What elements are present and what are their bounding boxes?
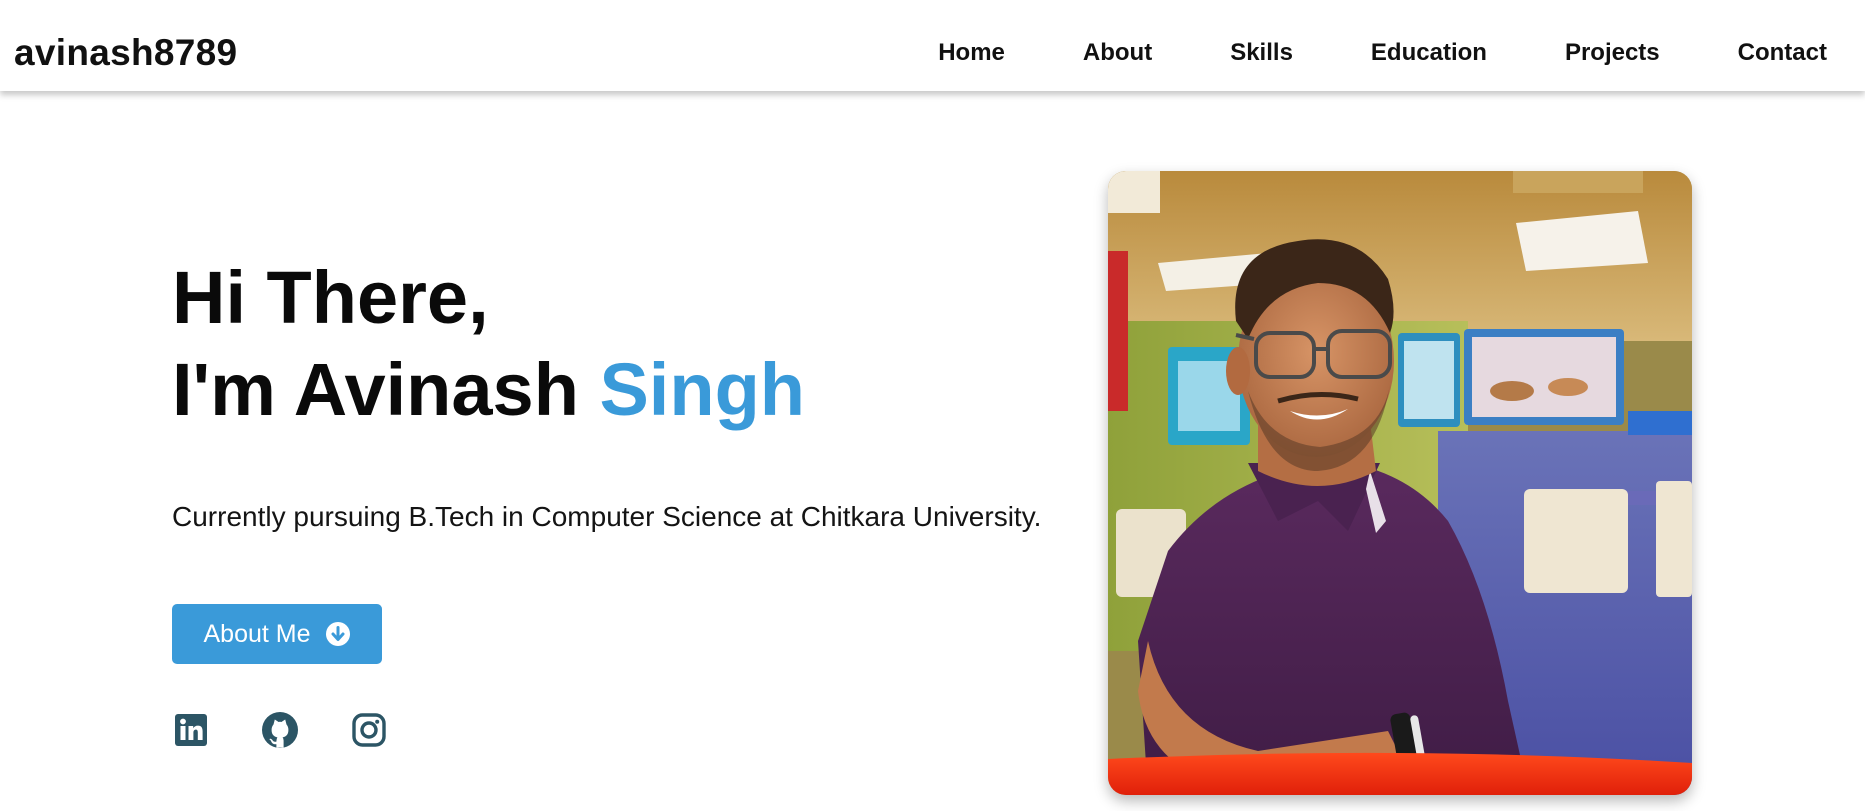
nav-about-link[interactable]: About bbox=[1083, 39, 1152, 67]
hero-heading: Hi There, I'm Avinash Singh bbox=[172, 252, 805, 436]
profile-photo-illustration bbox=[1108, 171, 1692, 795]
hero-intro-highlight: Singh bbox=[599, 348, 805, 431]
github-icon[interactable] bbox=[261, 711, 299, 749]
nav-education-link[interactable]: Education bbox=[1371, 39, 1487, 67]
nav-home-link[interactable]: Home bbox=[938, 39, 1005, 67]
profile-photo bbox=[1108, 171, 1692, 795]
hero-greeting: Hi There, bbox=[172, 256, 489, 339]
navbar: avinash8789 Home About Skills Education … bbox=[0, 0, 1865, 91]
hero-intro: I'm Avinash Singh bbox=[172, 344, 805, 436]
hero-intro-prefix: I'm Avinash bbox=[172, 348, 600, 431]
arrow-circle-down-icon bbox=[325, 621, 351, 647]
linkedin-icon[interactable] bbox=[172, 711, 210, 749]
nav-links: Home About Skills Education Projects Con… bbox=[938, 39, 1827, 67]
about-me-button-label: About Me bbox=[203, 619, 311, 648]
nav-skills-link[interactable]: Skills bbox=[1230, 39, 1293, 67]
nav-projects-link[interactable]: Projects bbox=[1565, 39, 1660, 67]
brand-logo[interactable]: avinash8789 bbox=[14, 32, 237, 74]
instagram-icon[interactable] bbox=[350, 711, 388, 749]
nav-contact-link[interactable]: Contact bbox=[1738, 39, 1827, 67]
hero-subtitle: Currently pursuing B.Tech in Computer Sc… bbox=[172, 501, 1042, 532]
social-links bbox=[172, 711, 439, 749]
about-me-button[interactable]: About Me bbox=[172, 604, 382, 664]
